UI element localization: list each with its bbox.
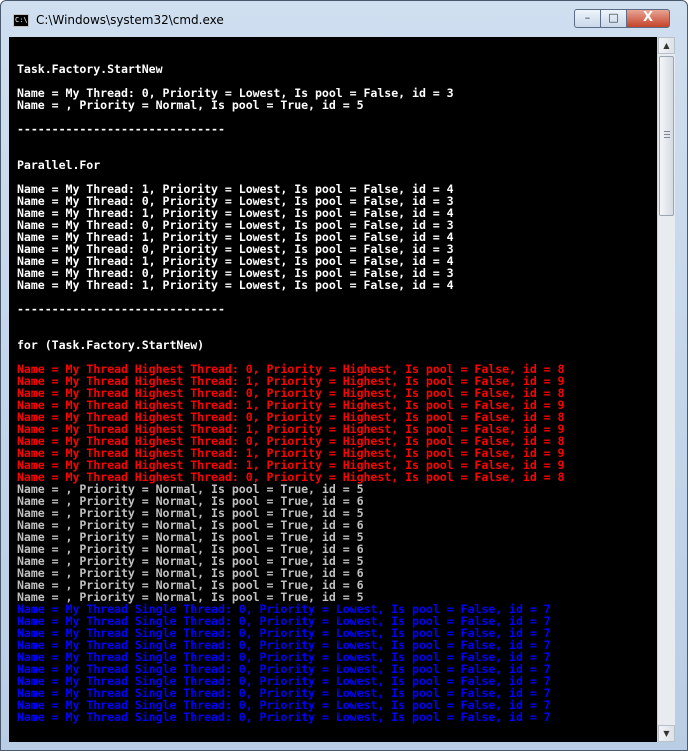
console-line: Name = My Thread Single Thread: 0, Prior… (17, 710, 551, 724)
console-line: for (Task.Factory.StartNew) (17, 338, 205, 352)
cmd-window: C:\ C:\Windows\system32\cmd.exe – □ X Ta… (0, 0, 688, 751)
cmd-icon[interactable]: C:\ (13, 14, 29, 27)
vertical-scrollbar[interactable]: ▲ ▼ (657, 37, 675, 742)
up-arrow-icon: ▲ (663, 41, 670, 50)
console-line: Parallel.For (17, 158, 101, 172)
console-lines: Task.Factory.StartNew Name = My Thread: 0… (17, 51, 565, 724)
console-line: Name = , Priority = Normal, Is pool = Tr… (17, 98, 364, 112)
scroll-down-button[interactable]: ▼ (658, 725, 675, 742)
console-output[interactable]: Task.Factory.StartNew Name = My Thread: 0… (9, 37, 657, 742)
maximize-button[interactable]: □ (600, 9, 627, 28)
scroll-thumb[interactable] (659, 56, 674, 216)
window-title: C:\Windows\system32\cmd.exe (36, 13, 224, 27)
console-line: Task.Factory.StartNew (17, 62, 163, 76)
down-arrow-icon: ▼ (663, 729, 670, 738)
scroll-up-button[interactable]: ▲ (658, 37, 675, 54)
close-button[interactable]: X (626, 9, 670, 28)
console-line: Name = My Thread: 1, Priority = Lowest, … (17, 278, 454, 292)
minimize-button[interactable]: – (574, 9, 601, 28)
console-line: ------------------------------ (17, 302, 225, 316)
grip-icon (664, 131, 670, 139)
console-line: ------------------------------ (17, 122, 225, 136)
title-bar[interactable]: C:\ C:\Windows\system32\cmd.exe – □ X (1, 1, 687, 37)
